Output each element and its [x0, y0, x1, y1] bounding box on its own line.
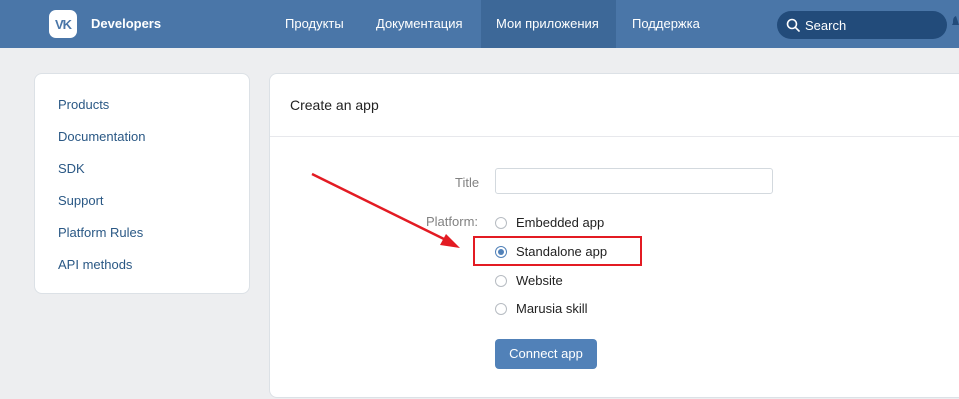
- platform-option-marusia[interactable]: Marusia skill: [495, 301, 588, 316]
- bell-icon[interactable]: [952, 14, 959, 28]
- annotation-highlight-box: [473, 236, 642, 266]
- search-placeholder: Search: [805, 18, 847, 33]
- card-divider: [270, 136, 959, 137]
- platform-label: Platform:: [426, 214, 479, 229]
- brand-name[interactable]: Developers: [91, 16, 161, 31]
- search-icon: [786, 18, 800, 32]
- connect-app-button[interactable]: Connect app: [495, 339, 597, 369]
- platform-option-embedded[interactable]: Embedded app: [495, 215, 604, 230]
- title-label: Title: [455, 175, 480, 190]
- radio-label-website: Website: [516, 273, 563, 288]
- sidebar-item-products[interactable]: Products: [58, 97, 109, 112]
- radio-label-embedded: Embedded app: [516, 215, 605, 230]
- vk-logo-text: VK: [54, 16, 72, 32]
- sidebar-item-support[interactable]: Support: [58, 193, 104, 208]
- sidebar-item-sdk[interactable]: SDK: [58, 161, 85, 176]
- nav-my-apps[interactable]: Мои приложения: [481, 0, 616, 48]
- sidebar-item-platform-rules[interactable]: Platform Rules: [58, 225, 143, 240]
- sidebar-menu: Products Documentation SDK Support Platf…: [34, 73, 250, 294]
- nav-support[interactable]: Поддержка: [617, 0, 715, 48]
- nav-documentation[interactable]: Документация: [361, 0, 478, 48]
- radio-label-marusia: Marusia skill: [516, 301, 588, 316]
- search-box[interactable]: Search: [777, 11, 947, 39]
- nav-products[interactable]: Продукты: [270, 0, 359, 48]
- radio-embedded[interactable]: [495, 216, 507, 229]
- sidebar-item-api-methods[interactable]: API methods: [58, 257, 132, 272]
- platform-option-website[interactable]: Website: [495, 273, 563, 288]
- vk-logo[interactable]: VK: [49, 10, 77, 38]
- title-input[interactable]: [495, 168, 773, 194]
- page-title: Create an app: [290, 97, 379, 113]
- radio-website[interactable]: [495, 274, 507, 287]
- top-navigation-bar: VK Developers Продукты Документация Мои …: [0, 0, 959, 48]
- radio-marusia[interactable]: [495, 302, 507, 315]
- sidebar-item-documentation[interactable]: Documentation: [58, 129, 145, 144]
